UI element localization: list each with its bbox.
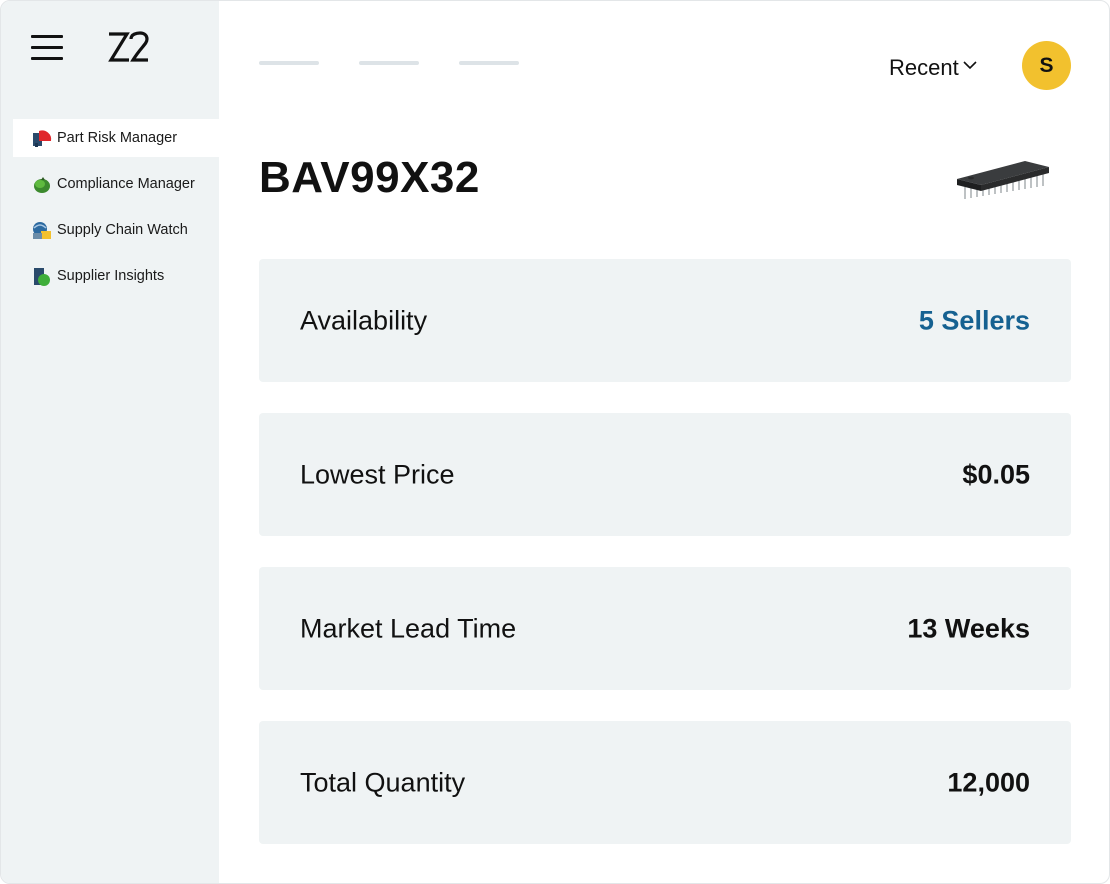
supply-chain-icon — [33, 222, 51, 239]
sidebar-item-supplier-insights[interactable]: Supplier Insights — [13, 257, 219, 295]
tab-placeholder-1 — [259, 61, 319, 65]
market-lead-time-label: Market Lead Time — [300, 613, 517, 643]
total-quantity-card: Total Quantity 12,000 — [259, 721, 1071, 844]
user-avatar[interactable]: S — [1022, 41, 1071, 90]
part-risk-icon — [33, 130, 52, 147]
z2-logo[interactable] — [107, 31, 149, 63]
availability-sellers-link[interactable]: 5 Sellers — [919, 305, 1030, 336]
lowest-price-card: Lowest Price $0.05 — [259, 413, 1071, 536]
total-quantity-value: 12,000 — [947, 767, 1030, 797]
recent-label: Recent — [889, 55, 959, 80]
sidebar-item-supply-chain-watch[interactable]: Supply Chain Watch — [13, 211, 219, 249]
recent-dropdown[interactable]: Recent — [889, 55, 977, 81]
tab-placeholder-2 — [359, 61, 419, 65]
sidebar-item-label: Supplier Insights — [57, 268, 165, 284]
sidebar-item-label: Part Risk Manager — [57, 130, 178, 146]
sidebar-item-part-risk-manager[interactable]: Part Risk Manager — [13, 119, 219, 157]
sidebar-item-label: Compliance Manager — [57, 176, 195, 192]
sidebar-item-label: Supply Chain Watch — [57, 222, 188, 238]
availability-label: Availability — [300, 305, 428, 335]
market-lead-time-value: 13 Weeks — [907, 613, 1030, 643]
market-lead-time-card: Market Lead Time 13 Weeks — [259, 567, 1071, 690]
compliance-icon — [34, 177, 50, 193]
ic-chip-icon — [957, 161, 1049, 199]
sidebar-nav: Part Risk Manager Compliance Manager Sup… — [13, 119, 219, 303]
tab-placeholder-3 — [459, 61, 519, 65]
hamburger-menu-icon[interactable] — [31, 35, 63, 61]
total-quantity-label: Total Quantity — [300, 767, 466, 797]
chevron-down-icon — [963, 61, 977, 70]
app-window: Part Risk Manager Compliance Manager Sup… — [0, 0, 1110, 884]
availability-card: Availability 5 Sellers — [259, 259, 1071, 382]
part-number-title: BAV99X32 — [259, 153, 480, 202]
supplier-insights-icon — [34, 268, 50, 286]
sidebar: Part Risk Manager Compliance Manager Sup… — [1, 1, 219, 883]
sidebar-item-compliance-manager[interactable]: Compliance Manager — [13, 165, 219, 203]
lowest-price-value: $0.05 — [962, 459, 1030, 489]
lowest-price-label: Lowest Price — [300, 459, 455, 489]
